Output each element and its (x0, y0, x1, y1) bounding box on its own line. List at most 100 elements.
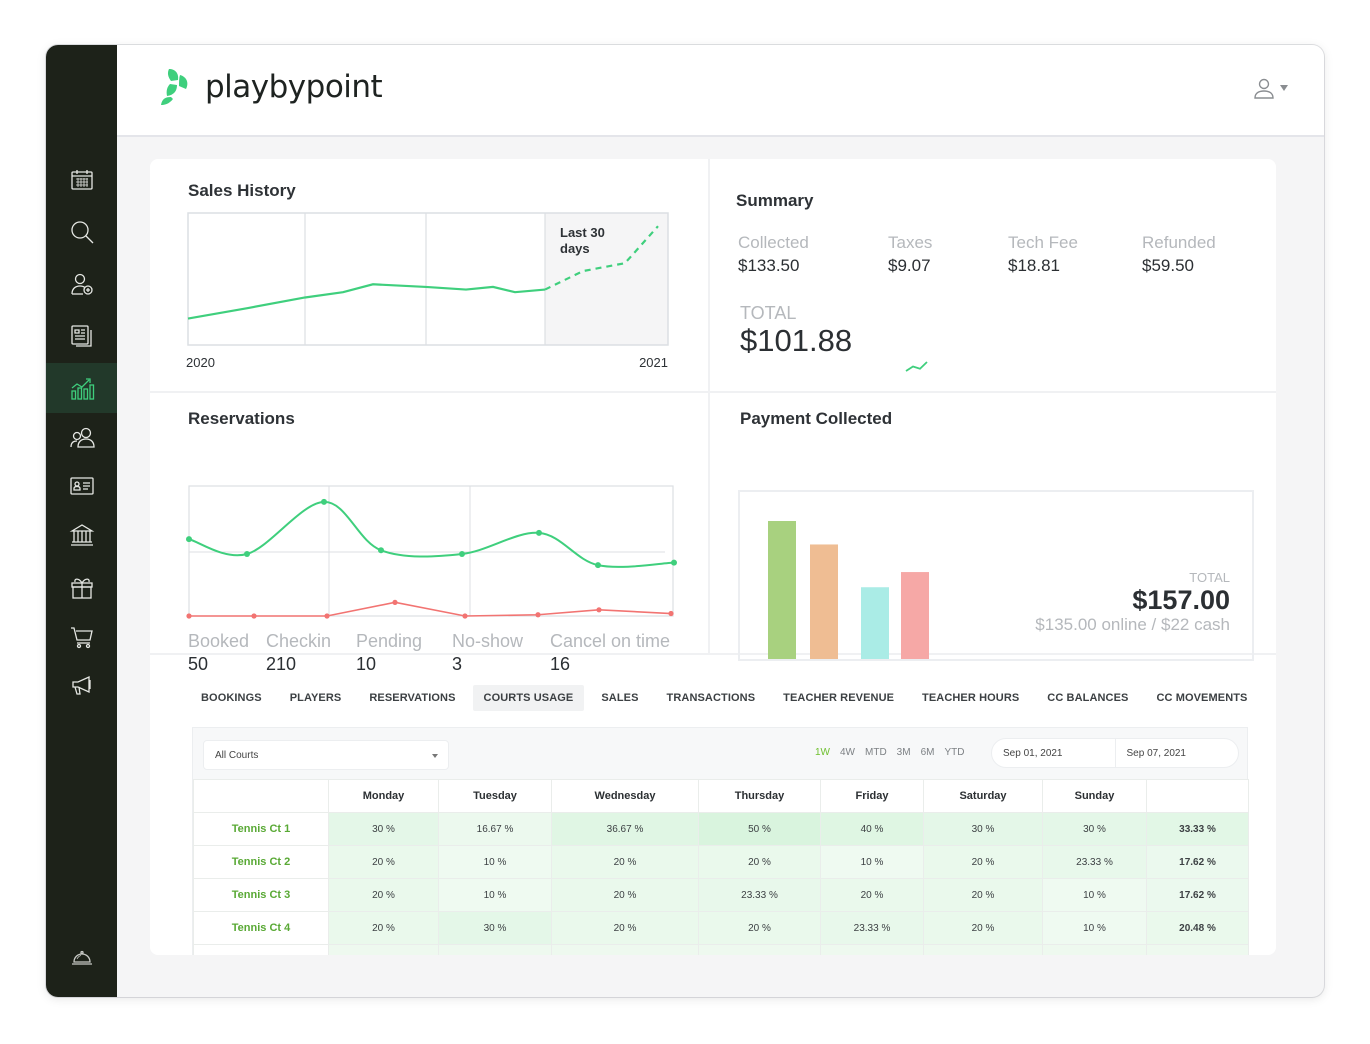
reservations-stats: Booked 50 Checkin 210 Pending 10 No-show 3 Cance… (188, 631, 688, 681)
court-name[interactable] (193, 944, 329, 955)
overlay-label: days (560, 241, 590, 256)
tab-players[interactable]: PLAYERS (279, 685, 353, 711)
sidebar-item-documents[interactable] (46, 311, 117, 361)
tab-sales[interactable]: SALES (590, 685, 649, 711)
usage-cell: 10 % (1042, 878, 1147, 912)
usage-cell: 20 % (551, 878, 699, 912)
column-header: Saturday (923, 779, 1043, 813)
reservations-chart (186, 485, 677, 619)
tab-reservations[interactable]: RESERVATIONS (358, 685, 466, 711)
red-point (392, 599, 398, 605)
usage-cell: 20 % (698, 911, 821, 945)
sidebar-item-calendar[interactable] (46, 155, 117, 205)
payment-total-label: TOTAL (1189, 570, 1230, 585)
x-tick-label: 2020 (186, 355, 215, 370)
usage-cell (1042, 944, 1147, 955)
usage-cell: 20 % (328, 878, 439, 912)
usage-cell: 30 % (328, 812, 439, 846)
range-4w[interactable]: 4W (840, 747, 855, 758)
summary-metric-value: $18.81 (1008, 256, 1060, 275)
green-point (671, 559, 677, 566)
date-from-input[interactable]: Sep 01, 2021 (992, 739, 1115, 767)
table-row: Tennis Ct 3 20 % 10 % 20 % 23.33 % 20 % 20 % 10… (193, 878, 1249, 912)
summary-metric-label: Refunded (1142, 233, 1216, 252)
green-point (459, 551, 465, 557)
top-header: playbypoint (117, 45, 1324, 137)
reservation-stat-label: Cancel on time (550, 631, 671, 651)
date-to-input[interactable]: Sep 07, 2021 (1114, 739, 1239, 767)
x-tick-label: 2021 (639, 355, 668, 370)
payment-bar (861, 587, 889, 659)
usage-cell: 20 % (820, 878, 924, 912)
usage-cell: 20 % (923, 911, 1043, 945)
range-ytd[interactable]: YTD (944, 747, 964, 758)
summary-title: Summary (736, 191, 814, 210)
range-mtd[interactable]: MTD (865, 747, 887, 758)
reservation-stat: Checkin 210 (266, 631, 331, 675)
column-header: Sunday (1042, 779, 1147, 813)
green-point (244, 551, 250, 557)
sidebar-item-memberships[interactable] (46, 461, 117, 511)
tab-bookings[interactable]: BOOKINGS (190, 685, 273, 711)
payment-chart-box: TOTAL $157.00 $135.00 online / $22 cash (738, 490, 1254, 661)
payment-bar (810, 544, 838, 659)
usage-cell: 20 % (698, 845, 821, 879)
brand-logo[interactable]: playbypoint (159, 67, 383, 107)
sidebar-item-gifts[interactable] (46, 562, 117, 612)
sidebar (46, 45, 117, 997)
usage-cell (551, 944, 699, 955)
sidebar-item-store[interactable] (46, 612, 117, 662)
overlay-label: Last 30 (560, 225, 605, 240)
leaf-logo-icon (161, 69, 188, 105)
usage-cell: 20 % (923, 878, 1043, 912)
reservation-stat-value: 210 (266, 654, 297, 674)
sidebar-item-marketing[interactable] (46, 660, 117, 710)
usage-total-cell (1146, 944, 1249, 955)
tab-courts-usage[interactable]: COURTS USAGE (472, 685, 585, 711)
range-1w[interactable]: 1W (815, 747, 830, 758)
reservation-stat: Booked 50 (188, 631, 249, 675)
reservation-stat-value: 10 (356, 654, 377, 674)
table-row (193, 944, 1249, 955)
green-point (595, 562, 601, 569)
sidebar-item-search[interactable] (46, 207, 117, 257)
service-bell-icon (71, 950, 92, 965)
sidebar-item-reports[interactable] (46, 363, 117, 413)
summary-metric: Refunded $59.50 (1142, 233, 1216, 276)
brand-name: playbypoint (205, 69, 383, 105)
usage-cell (328, 944, 439, 955)
green-point (186, 536, 192, 543)
green-point (536, 529, 542, 536)
court-select[interactable]: All Courts (203, 740, 449, 770)
summary-metric-value: $59.50 (1142, 256, 1194, 275)
sidebar-item-users[interactable] (46, 413, 117, 463)
tab-cc-balances[interactable]: CC BALANCES (1036, 685, 1139, 711)
summary-metric-label: Taxes (888, 233, 933, 252)
tab-teacher-hours[interactable]: TEACHER HOURS (911, 685, 1030, 711)
reports-chart-icon (70, 378, 94, 400)
reservation-stat-label: No-show (452, 631, 524, 651)
sidebar-item-service[interactable] (46, 932, 117, 982)
sparkline-line (905, 361, 928, 372)
caret-down-icon (1280, 85, 1288, 91)
tab-transactions[interactable]: TRANSACTIONS (656, 685, 767, 711)
sidebar-item-add-user[interactable] (46, 259, 117, 309)
court-name[interactable]: Tennis Ct 3 (193, 878, 329, 912)
summary-metric-value: $9.07 (888, 256, 931, 275)
reservations-title: Reservations (188, 409, 295, 428)
tab-cc-movements[interactable]: CC MOVEMENTS (1145, 685, 1258, 711)
courts-usage-section: All Courts 1W 4W MTD 3M 6M YTD Sep 01, 2021 S… (192, 727, 1249, 955)
table-row: Tennis Ct 2 20 % 10 % 20 % 20 % 10 % 20 % 23.33… (193, 845, 1249, 879)
court-name[interactable]: Tennis Ct 2 (193, 845, 329, 879)
sidebar-item-finance[interactable] (46, 510, 117, 560)
usage-cell: 10 % (438, 878, 552, 912)
range-6m[interactable]: 6M (921, 747, 935, 758)
sales-history-panel: Sales History (188, 181, 296, 201)
court-name[interactable]: Tennis Ct 4 (193, 911, 329, 945)
user-menu[interactable] (1253, 77, 1288, 99)
date-range-picker: Sep 01, 2021 Sep 07, 2021 (991, 738, 1239, 768)
tab-teacher-revenue[interactable]: TEACHER REVENUE (772, 685, 905, 711)
reservation-stat: Pending 10 (356, 631, 422, 675)
range-3m[interactable]: 3M (897, 747, 911, 758)
court-name[interactable]: Tennis Ct 1 (193, 812, 329, 846)
